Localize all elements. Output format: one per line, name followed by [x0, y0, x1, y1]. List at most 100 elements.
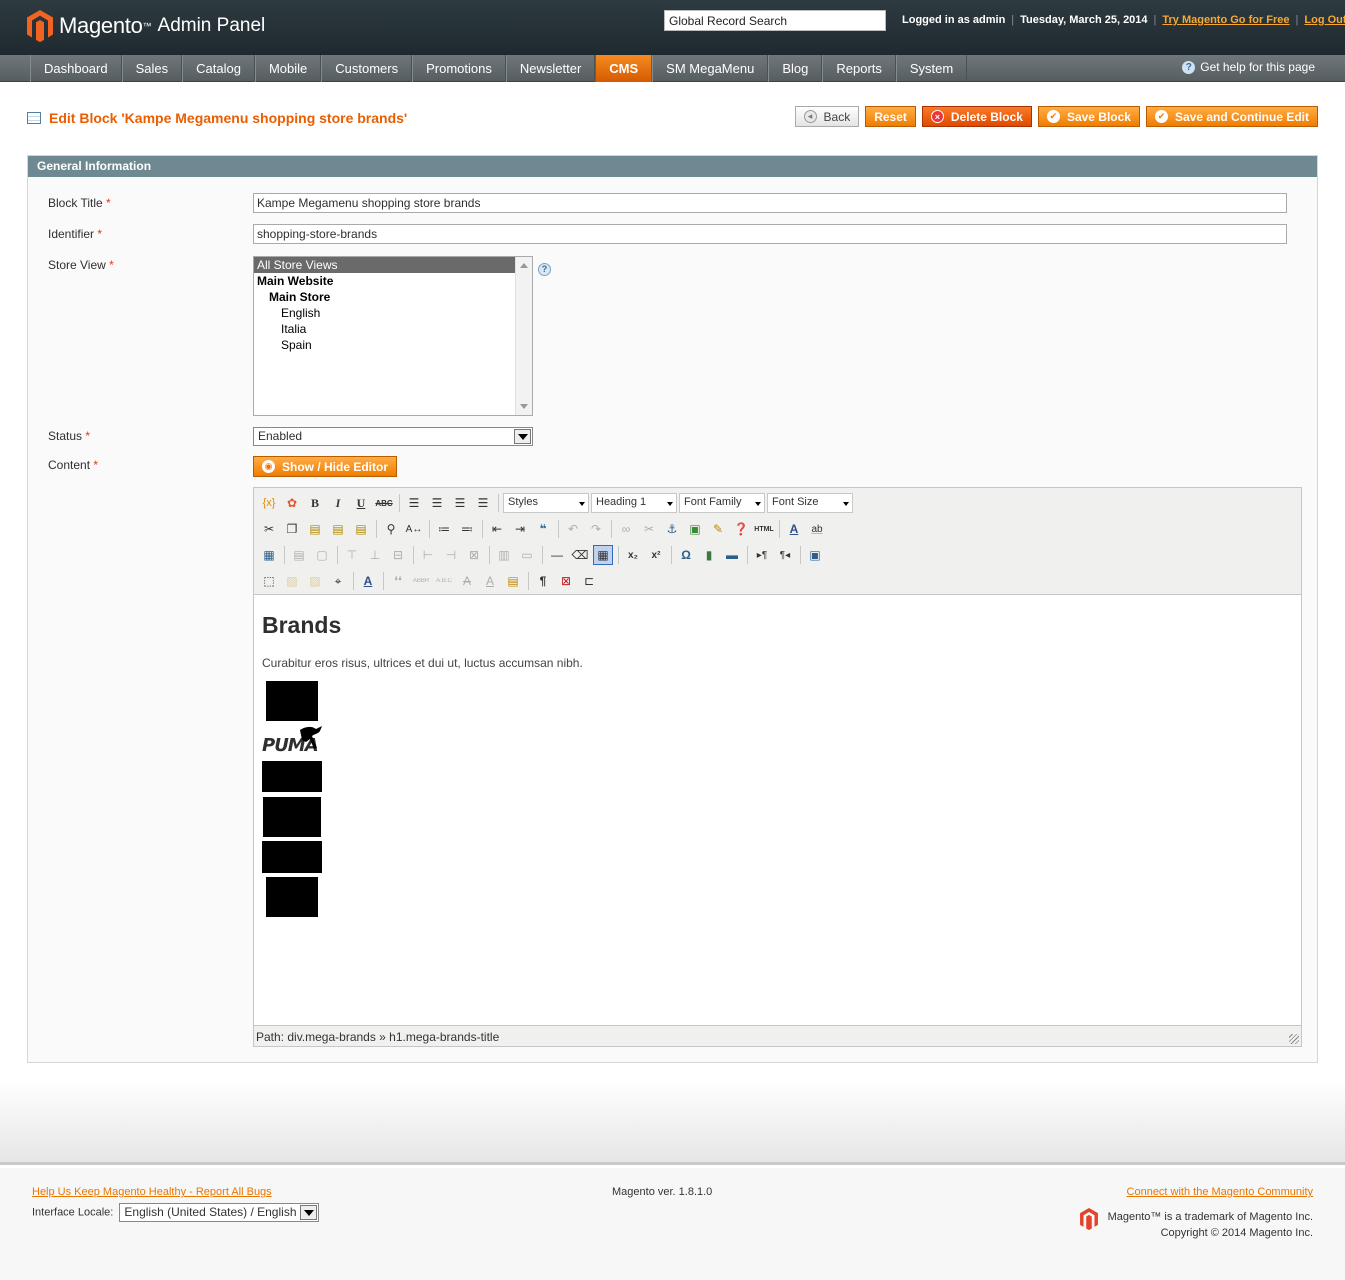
align-left-icon[interactable]: ☰ [404, 493, 424, 513]
store-option-all[interactable]: All Store Views [254, 257, 516, 273]
styles-select[interactable]: Styles [503, 493, 589, 513]
align-justify-icon[interactable]: ☰ [473, 493, 493, 513]
store-option-italia[interactable]: Italia [254, 321, 532, 337]
insert-text-icon[interactable]: A [480, 571, 500, 591]
rtl-icon[interactable]: ¶◂ [775, 545, 795, 565]
horizontal-rule-icon[interactable]: — [547, 545, 567, 565]
blockquote-icon[interactable]: ❝ [533, 519, 553, 539]
delete-text-icon[interactable]: A [457, 571, 477, 591]
ltr-icon[interactable]: ▸¶ [752, 545, 772, 565]
attributes-icon[interactable]: ▤ [503, 571, 523, 591]
copy-icon[interactable]: ❐ [282, 519, 302, 539]
indent-icon[interactable]: ⇥ [510, 519, 530, 539]
unlink-icon[interactable]: ✂ [639, 519, 659, 539]
media-icon[interactable]: ▮ [699, 545, 719, 565]
save-continue-button[interactable]: ✔ Save and Continue Edit [1145, 106, 1318, 127]
status-select[interactable]: Enabled [253, 427, 533, 446]
store-option-english[interactable]: English [254, 305, 532, 321]
block-title-input[interactable] [253, 193, 1287, 213]
global-search-input[interactable] [664, 10, 886, 31]
row-after-icon[interactable]: ⊥ [365, 545, 385, 565]
undo-icon[interactable]: ↶ [563, 519, 583, 539]
find-icon[interactable]: ⚲ [381, 519, 401, 539]
try-magento-go-link[interactable]: Try Magento Go for Free [1162, 14, 1289, 26]
nav-item-blog[interactable]: Blog [768, 55, 823, 82]
nav-item-newsletter[interactable]: Newsletter [505, 55, 596, 82]
report-bugs-link[interactable]: Help Us Keep Magento Healthy - Report Al… [32, 1186, 272, 1198]
help-icon[interactable]: ❓ [731, 519, 751, 539]
insert-widget-icon[interactable]: ✿ [282, 493, 302, 513]
italic-icon[interactable]: I [328, 493, 348, 513]
move-forward-icon[interactable]: ▧ [282, 571, 302, 591]
strikethrough-icon[interactable]: ABC [374, 493, 394, 513]
nav-item-customers[interactable]: Customers [321, 55, 413, 82]
html-source-icon[interactable]: HTML [754, 519, 774, 539]
paste-word-icon[interactable]: ▤ [351, 519, 371, 539]
remove-format-icon[interactable]: ⌫ [570, 545, 590, 565]
link-icon[interactable]: ∞ [616, 519, 636, 539]
help-icon[interactable]: ? [538, 263, 551, 276]
reset-button[interactable]: Reset [865, 106, 916, 127]
store-list-scrollbar[interactable] [515, 257, 532, 415]
bullet-list-icon[interactable]: ≔ [434, 519, 454, 539]
fullscreen-icon[interactable]: ▣ [805, 545, 825, 565]
save-block-button[interactable]: ✔ Save Block [1037, 106, 1140, 127]
numbered-list-icon[interactable]: ≕ [457, 519, 477, 539]
back-button[interactable]: ◂ Back [794, 106, 860, 127]
community-link[interactable]: Connect with the Magento Community [1127, 1186, 1313, 1198]
redo-icon[interactable]: ↷ [586, 519, 606, 539]
anchor-icon[interactable]: ⚓ [662, 519, 682, 539]
cleanup-icon[interactable]: ✎ [708, 519, 728, 539]
cut-icon[interactable]: ✂ [259, 519, 279, 539]
absolute-icon[interactable]: ⌖ [328, 571, 348, 591]
nav-item-sm-megamenu[interactable]: SM MegaMenu [652, 55, 769, 82]
bold-icon[interactable]: B [305, 493, 325, 513]
image-icon[interactable]: ▣ [685, 519, 705, 539]
visual-aid-icon[interactable]: ▦ [593, 545, 613, 565]
align-right-icon[interactable]: ☰ [450, 493, 470, 513]
store-view-multiselect[interactable]: All Store Views Main Website Main Store … [253, 256, 533, 416]
delete-col-icon[interactable]: ⊠ [464, 545, 484, 565]
subscript-icon[interactable]: x₂ [623, 545, 643, 565]
font-family-select[interactable]: Font Family [679, 493, 765, 513]
row-before-icon[interactable]: ⊤ [342, 545, 362, 565]
nav-item-cms[interactable]: CMS [595, 55, 653, 82]
advanced-hr-icon[interactable]: ▬ [722, 545, 742, 565]
help-link[interactable]: ? Get help for this page [1182, 60, 1315, 74]
cite-icon[interactable]: ❛❛ [388, 571, 408, 591]
insert-layer-icon[interactable]: ⬚ [259, 571, 279, 591]
paste-icon[interactable]: ▤ [305, 519, 325, 539]
logout-link[interactable]: Log Out [1304, 14, 1345, 26]
font-size-select[interactable]: Font Size [767, 493, 853, 513]
split-cells-icon[interactable]: ▥ [494, 545, 514, 565]
paste-text-icon[interactable]: ▤ [328, 519, 348, 539]
page-break-icon[interactable]: ⊏ [579, 571, 599, 591]
cell-props-icon[interactable]: ▢ [312, 545, 332, 565]
magento-logo[interactable]: Magento ™ Admin Panel [27, 10, 265, 42]
move-backward-icon[interactable]: ▨ [305, 571, 325, 591]
nav-item-sales[interactable]: Sales [121, 55, 183, 82]
nav-item-promotions[interactable]: Promotions [412, 55, 506, 82]
acronym-icon[interactable]: A.B.C [434, 571, 454, 591]
insert-variable-icon[interactable]: {x} [259, 493, 279, 513]
delete-block-button[interactable]: × Delete Block [921, 106, 1032, 127]
merge-cells-icon[interactable]: ▭ [517, 545, 537, 565]
nav-item-mobile[interactable]: Mobile [254, 55, 322, 82]
row-props-icon[interactable]: ▤ [289, 545, 309, 565]
nav-item-dashboard[interactable]: Dashboard [30, 55, 122, 82]
nav-item-reports[interactable]: Reports [822, 55, 896, 82]
show-hide-editor-button[interactable]: ◉ Show / Hide Editor [253, 456, 398, 477]
resize-handle-icon[interactable] [1289, 1034, 1299, 1044]
special-char-icon[interactable]: Ω [676, 545, 696, 565]
nav-item-catalog[interactable]: Catalog [182, 55, 255, 82]
superscript-icon[interactable]: x² [646, 545, 666, 565]
locale-select[interactable]: English (United States) / English [119, 1203, 320, 1222]
text-color-icon[interactable]: A [784, 519, 804, 539]
show-blocks-icon[interactable]: ¶ [533, 571, 553, 591]
identifier-input[interactable] [253, 224, 1287, 244]
col-after-icon[interactable]: ⊣ [441, 545, 461, 565]
align-center-icon[interactable]: ☰ [427, 493, 447, 513]
non-breaking-icon[interactable]: ⊠ [556, 571, 576, 591]
replace-icon[interactable]: A↔ [404, 519, 424, 539]
abbr-icon[interactable]: ABBR [411, 571, 431, 591]
